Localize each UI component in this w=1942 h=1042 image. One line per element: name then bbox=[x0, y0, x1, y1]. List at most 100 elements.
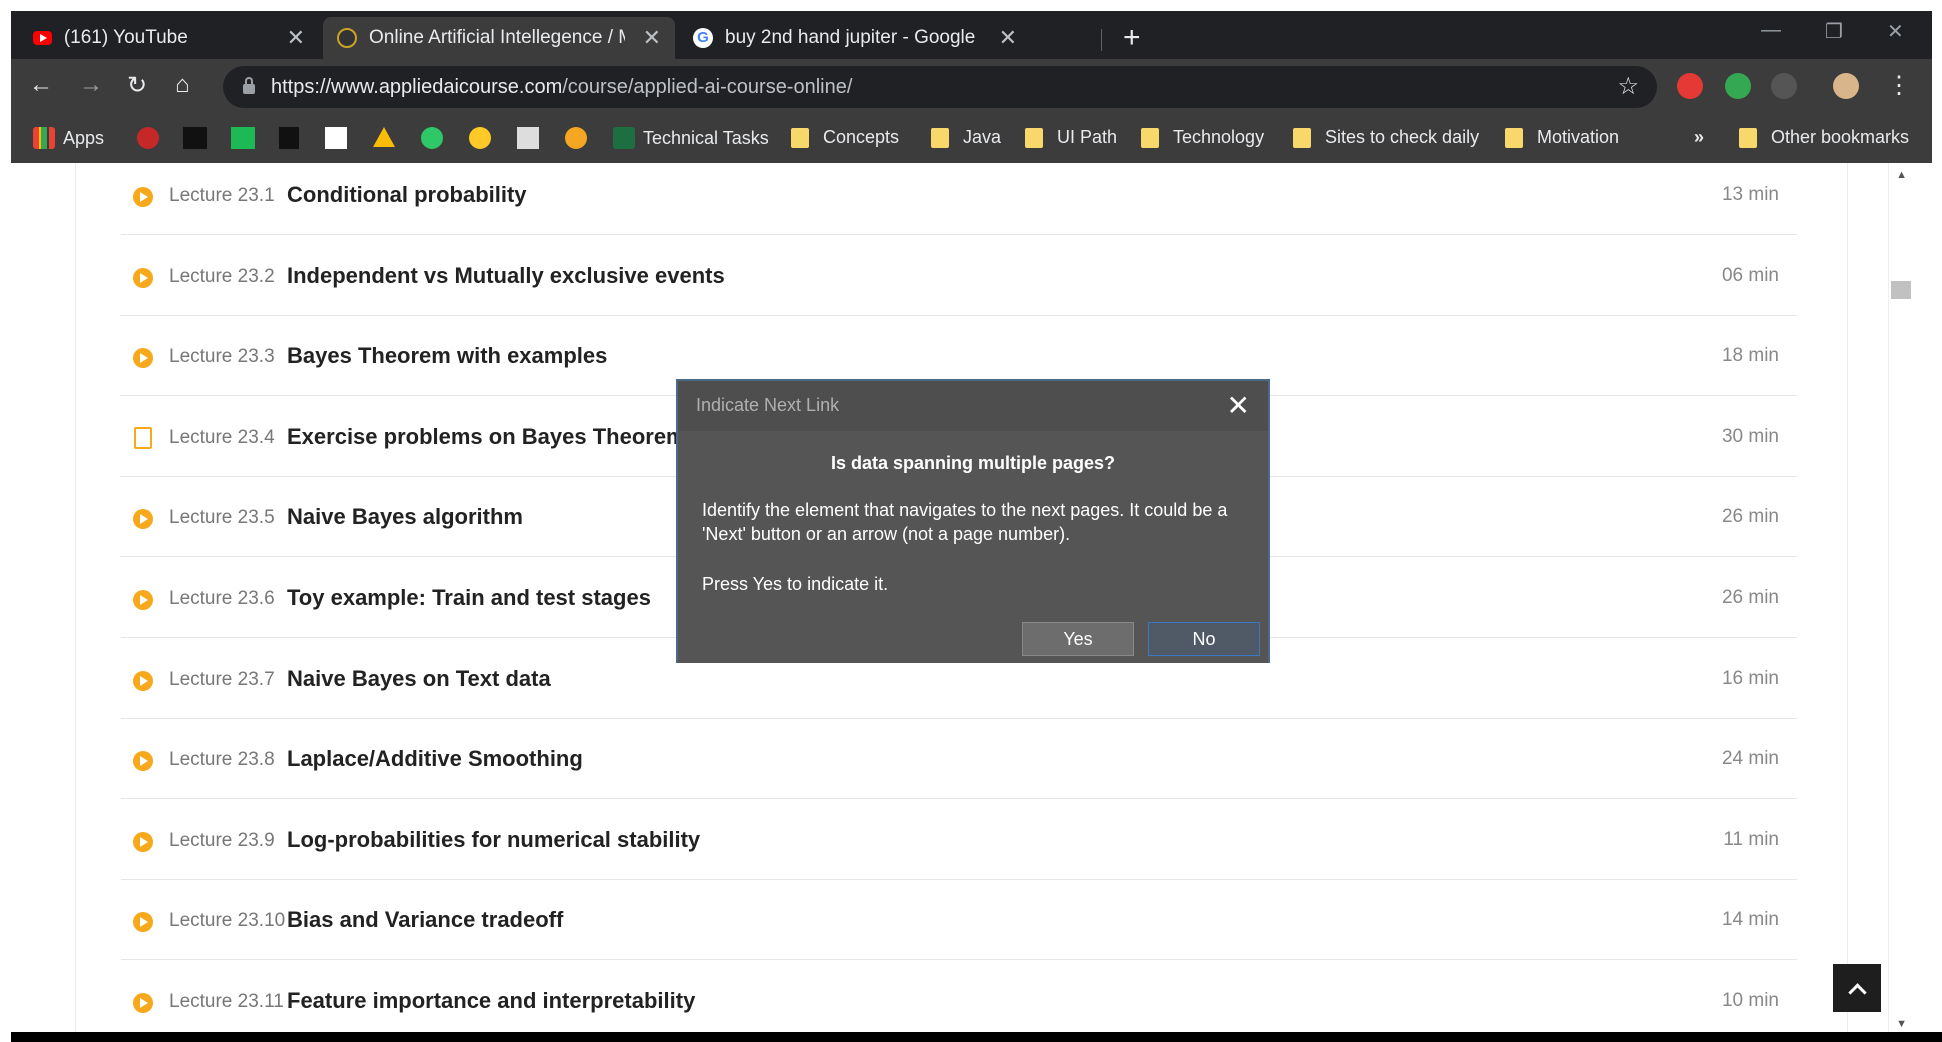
bookmark-star-icon[interactable]: ☆ bbox=[1617, 72, 1639, 101]
reload-icon[interactable]: ↻ bbox=[127, 71, 147, 100]
lecture-title[interactable]: Toy example: Train and test stages bbox=[287, 585, 651, 611]
lecture-number: Lecture 23.8 bbox=[169, 749, 275, 771]
extension-red-icon[interactable] bbox=[1677, 73, 1703, 99]
bookmark-qr-icon[interactable] bbox=[517, 127, 539, 149]
lecture-row[interactable]: Lecture 23.8 Laplace/Additive Smoothing 24… bbox=[121, 719, 1797, 800]
bookmarks-overflow-button[interactable]: » bbox=[1694, 127, 1704, 148]
bookmark-orange-icon[interactable] bbox=[565, 127, 587, 149]
menu-icon[interactable]: ⋮ bbox=[1887, 71, 1911, 100]
profile-avatar[interactable] bbox=[1833, 73, 1859, 99]
restore-icon[interactable]: ❐ bbox=[1825, 19, 1843, 44]
new-tab-button[interactable]: + bbox=[1123, 21, 1141, 55]
screen: (161) YouTube ✕ Online Artificial Intell… bbox=[0, 0, 1942, 1042]
lecture-row[interactable]: Lecture 23.11 Feature importance and inte… bbox=[121, 961, 1797, 1032]
lecture-title[interactable]: Naive Bayes on Text data bbox=[287, 666, 551, 692]
lecture-row[interactable]: Lecture 23.10 Bias and Variance tradeoff 1… bbox=[121, 880, 1797, 961]
bookmark-concepts[interactable]: Concepts bbox=[791, 127, 899, 148]
bookmark-drive-icon[interactable] bbox=[373, 127, 395, 147]
close-tab-icon[interactable]: ✕ bbox=[643, 25, 661, 51]
tab-google[interactable]: G buy 2nd hand jupiter - Google Se ✕ bbox=[679, 17, 1031, 59]
yes-button[interactable]: Yes bbox=[1022, 622, 1134, 656]
bookmark-tc-icon[interactable] bbox=[231, 127, 255, 149]
minimize-icon[interactable]: — bbox=[1761, 19, 1781, 42]
close-window-icon[interactable]: ✕ bbox=[1887, 19, 1904, 44]
lecture-title[interactable]: Bias and Variance tradeoff bbox=[287, 907, 563, 933]
url-text: https://www.appliedaicourse.com/course/a… bbox=[271, 75, 853, 98]
lecture-number: Lecture 23.9 bbox=[169, 829, 275, 851]
bookmark-java[interactable]: Java bbox=[931, 127, 1001, 148]
dialog-title: Indicate Next Link bbox=[696, 395, 840, 415]
lock-icon bbox=[243, 77, 255, 94]
lecture-duration: 26 min bbox=[1721, 587, 1779, 608]
address-bar[interactable]: https://www.appliedaicourse.com/course/a… bbox=[223, 66, 1657, 108]
lecture-duration: 18 min bbox=[1721, 345, 1779, 367]
no-button[interactable]: No bbox=[1148, 622, 1260, 656]
scrollbar[interactable]: ▲ ▼ bbox=[1888, 163, 1915, 1032]
dialog-question: Is data spanning multiple pages? bbox=[830, 453, 1116, 473]
lecture-title[interactable]: Exercise problems on Bayes Theorem bbox=[287, 424, 686, 450]
scrollbar-thumb[interactable] bbox=[1891, 281, 1911, 299]
lecture-title[interactable]: Independent vs Mutually exclusive events bbox=[287, 263, 725, 289]
home-icon[interactable]: ⌂ bbox=[175, 71, 190, 99]
forward-icon[interactable]: → bbox=[79, 71, 103, 99]
bookmark-b-icon[interactable] bbox=[279, 127, 299, 149]
lecture-number: Lecture 23.10 bbox=[169, 910, 286, 932]
tab-separator bbox=[1101, 29, 1102, 51]
folder-icon bbox=[1505, 127, 1523, 148]
bookmark-quora-icon[interactable] bbox=[137, 127, 159, 149]
lecture-number: Lecture 23.1 bbox=[169, 185, 275, 206]
tab-title: (161) YouTube bbox=[63, 27, 188, 48]
bookmark-apps[interactable]: Apps bbox=[33, 127, 104, 149]
bookmark-technology[interactable]: Technology bbox=[1141, 127, 1264, 148]
toolbar: ← → ↻ ⌂ https://www.appliedaicourse.com/… bbox=[11, 59, 1932, 113]
bookmark-other[interactable]: Other bookmarks bbox=[1739, 127, 1909, 148]
lecture-row[interactable]: Lecture 23.9 Log-probabilities for numeri… bbox=[121, 800, 1797, 880]
folder-icon bbox=[1141, 127, 1159, 148]
bookmark-ui-path[interactable]: UI Path bbox=[1025, 127, 1117, 148]
lecture-number: Lecture 23.3 bbox=[169, 346, 275, 368]
extension-owl-icon[interactable] bbox=[1771, 73, 1797, 99]
tab-strip: (161) YouTube ✕ Online Artificial Intell… bbox=[11, 11, 1932, 59]
lecture-duration: 16 min bbox=[1721, 667, 1779, 689]
lecture-title[interactable]: Feature importance and interpretability bbox=[287, 988, 695, 1014]
tab-title: buy 2nd hand jupiter - Google Se bbox=[725, 27, 981, 48]
bookmark-label: UI Path bbox=[1057, 127, 1118, 147]
bookmark-emoji-icon[interactable] bbox=[469, 127, 491, 149]
lecture-duration: 13 min bbox=[1721, 184, 1779, 205]
lecture-row[interactable]: Lecture 23.1 Conditional probability 13 mi… bbox=[121, 163, 1797, 235]
tab-youtube[interactable]: (161) YouTube ✕ bbox=[19, 17, 319, 59]
folder-icon bbox=[1025, 127, 1043, 148]
lecture-duration: 10 min bbox=[1721, 990, 1779, 1011]
bookmark-label: Technology bbox=[1173, 127, 1265, 147]
back-to-top-button[interactable] bbox=[1833, 964, 1881, 1012]
bookmark-medium-icon[interactable] bbox=[325, 127, 347, 149]
bookmark-label: Other bookmarks bbox=[1771, 127, 1910, 147]
youtube-icon bbox=[33, 31, 52, 45]
close-tab-icon[interactable]: ✕ bbox=[999, 25, 1017, 51]
close-tab-icon[interactable]: ✕ bbox=[287, 25, 305, 51]
extension-green-icon[interactable] bbox=[1725, 73, 1751, 99]
lecture-title[interactable]: Log-probabilities for numerical stabilit… bbox=[287, 827, 700, 853]
folder-icon bbox=[931, 127, 949, 148]
bookmark-sites-to-check-daily[interactable]: Sites to check daily bbox=[1293, 127, 1479, 148]
bookmark-technical-tasks[interactable]: Technical Tasks bbox=[613, 127, 769, 149]
bookmark-bb-icon[interactable] bbox=[183, 127, 207, 149]
lecture-title[interactable]: Conditional probability bbox=[287, 182, 527, 208]
lecture-duration: 06 min bbox=[1721, 264, 1779, 286]
lecture-row[interactable]: Lecture 23.2 Independent vs Mutually excl… bbox=[121, 236, 1797, 316]
taskbar bbox=[11, 1032, 1942, 1042]
indicate-next-link-dialog: Indicate Next Link ✕ Is data spanning mu… bbox=[676, 379, 1270, 663]
lecture-title[interactable]: Naive Bayes algorithm bbox=[287, 504, 523, 530]
scroll-down-icon[interactable]: ▼ bbox=[1896, 1018, 1907, 1030]
tab-title: Online Artificial Intellegence / Ma bbox=[369, 27, 625, 48]
dialog-close-icon[interactable]: ✕ bbox=[1227, 389, 1250, 422]
back-icon[interactable]: ← bbox=[29, 71, 53, 99]
lecture-title[interactable]: Bayes Theorem with examples bbox=[287, 343, 607, 369]
scroll-up-icon[interactable]: ▲ bbox=[1896, 169, 1907, 181]
bookmark-hackerrank-icon[interactable] bbox=[421, 127, 443, 149]
lecture-number: Lecture 23.5 bbox=[169, 507, 275, 529]
tab-appliedai[interactable]: Online Artificial Intellegence / Ma ✕ bbox=[323, 17, 675, 59]
bookmark-motivation[interactable]: Motivation bbox=[1505, 127, 1619, 148]
lecture-title[interactable]: Laplace/Additive Smoothing bbox=[287, 746, 583, 772]
dialog-body: Is data spanning multiple pages? Identif… bbox=[678, 431, 1268, 663]
